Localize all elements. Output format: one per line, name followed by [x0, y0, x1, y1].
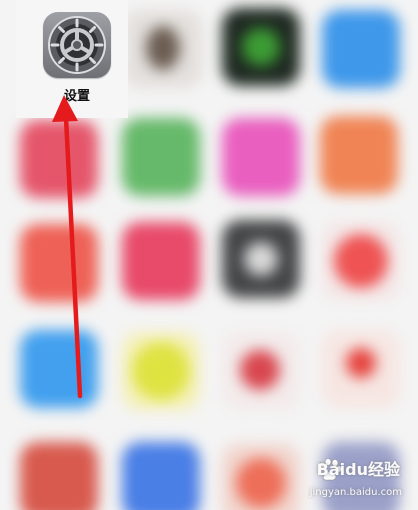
baidu-watermark: Baidu经验 jingyan.baidu.com: [292, 446, 412, 506]
annotation-arrow: [52, 95, 83, 399]
home-screen: 设置 Baidu经验 jingyan.baidu.com: [0, 0, 418, 510]
watermark-url: jingyan.baidu.com: [309, 487, 402, 498]
watermark-brand: Baidu经验: [316, 460, 400, 479]
